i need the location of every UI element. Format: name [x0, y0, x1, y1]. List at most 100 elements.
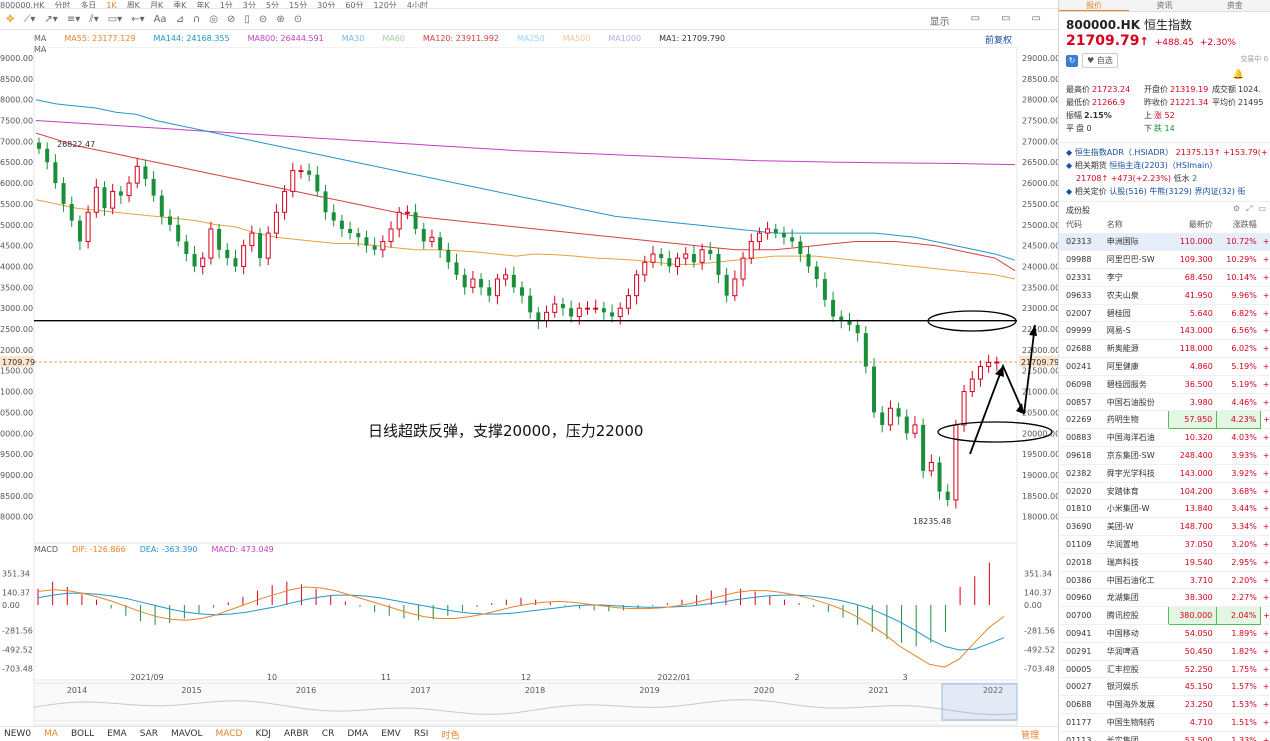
- layers-icon[interactable]: ▯: [244, 14, 250, 25]
- row-add-icon[interactable]: +: [1260, 624, 1270, 643]
- row-add-icon[interactable]: +: [1260, 695, 1270, 715]
- row-add-icon[interactable]: +: [1260, 713, 1270, 732]
- row-add-icon[interactable]: +: [1260, 517, 1270, 537]
- period-tab[interactable]: 多日: [80, 1, 96, 8]
- row-add-icon[interactable]: +: [1260, 375, 1270, 394]
- indicator-tab[interactable]: ARBR: [284, 729, 309, 739]
- col-name[interactable]: 名称: [1099, 217, 1169, 234]
- favorite-button[interactable]: ♥ 自选: [1082, 53, 1118, 68]
- row-add-icon[interactable]: +: [1260, 642, 1270, 661]
- row-add-icon[interactable]: +: [1260, 250, 1270, 270]
- hline-icon[interactable]: ≡▾: [67, 14, 80, 25]
- table-row[interactable]: 00241 阿里健康 4.860 5.19% +: [1059, 357, 1270, 376]
- share-icon[interactable]: ↻: [1066, 54, 1078, 67]
- row-add-icon[interactable]: +: [1260, 588, 1270, 608]
- fullscreen-icon[interactable]: ▭: [1001, 13, 1010, 28]
- table-row[interactable]: 00688 中国海外发展 23.250 1.53% +: [1059, 695, 1270, 715]
- ma-legend-item[interactable]: MA144: 24168.355: [153, 34, 229, 43]
- indicator-tab[interactable]: KDJ: [255, 729, 271, 739]
- tab-funds[interactable]: 资金: [1200, 0, 1270, 11]
- row-add-icon[interactable]: +: [1260, 304, 1270, 323]
- table-row[interactable]: 00857 中国石油股份 3.980 4.46% +: [1059, 393, 1270, 412]
- period-tab[interactable]: 分时: [54, 1, 70, 8]
- row-add-icon[interactable]: +: [1260, 446, 1270, 465]
- link-icon[interactable]: ⊝: [259, 14, 267, 25]
- col-price[interactable]: 最新价: [1168, 217, 1217, 234]
- draw-line-icon[interactable]: ⟋▾: [23, 14, 35, 25]
- ma-legend-item[interactable]: MA120: 23911.992: [423, 34, 499, 43]
- row-add-icon[interactable]: +: [1260, 499, 1270, 519]
- magnet-icon[interactable]: ∩: [193, 14, 200, 25]
- table-row[interactable]: 09633 农夫山泉 41.950 9.96% +: [1059, 286, 1270, 305]
- table-row[interactable]: 03690 美团-W 148.700 3.34% +: [1059, 517, 1270, 537]
- period-tab[interactable]: 4小时: [407, 1, 428, 8]
- futures-name[interactable]: 恒指主连(2203)（HSImain）: [1109, 161, 1217, 170]
- plate-warrants[interactable]: 认股(516): [1109, 187, 1147, 196]
- rect-icon[interactable]: ▭▾: [108, 14, 122, 25]
- period-tab[interactable]: 周K: [127, 1, 140, 8]
- table-row[interactable]: 01109 华润置地 37.050 3.20% +: [1059, 535, 1270, 554]
- ma-legend-item[interactable]: MA: [34, 34, 46, 43]
- table-row[interactable]: 02382 舜宇光学科技 143.000 3.92% +: [1059, 464, 1270, 483]
- table-row[interactable]: 00027 银河娱乐 45.150 1.57% +: [1059, 677, 1270, 697]
- window-icon[interactable]: ▭: [1032, 13, 1041, 28]
- indicator-tab[interactable]: RSI: [414, 729, 429, 739]
- period-tab[interactable]: 3分: [243, 1, 256, 8]
- row-add-icon[interactable]: +: [1260, 464, 1270, 483]
- plate-inline[interactable]: 界内证(32): [1194, 187, 1234, 196]
- row-add-icon[interactable]: +: [1260, 660, 1270, 679]
- table-row[interactable]: 02269 药明生物 57.950 4.23% +: [1059, 410, 1270, 430]
- period-tab[interactable]: 120分: [374, 1, 397, 8]
- table-row[interactable]: 01810 小米集团-W 13.840 3.44% +: [1059, 499, 1270, 519]
- col-pct[interactable]: 涨跌幅: [1216, 217, 1261, 234]
- ma-legend-item[interactable]: MA60: [382, 34, 405, 43]
- indicator-tab[interactable]: BOLL: [71, 729, 94, 739]
- period-tab[interactable]: 年K: [196, 1, 209, 8]
- indicator-tab[interactable]: 时色: [441, 728, 459, 741]
- table-row[interactable]: 06098 碧桂园服务 36.500 5.19% +: [1059, 375, 1270, 394]
- kline-chart[interactable]: 9000.00 29000.008500.00 28500.008000.00 280…: [0, 47, 1058, 726]
- table-row[interactable]: 00291 华润啤酒 50.450 1.82% +: [1059, 642, 1270, 661]
- tab-news[interactable]: 资讯: [1129, 0, 1199, 11]
- table-row[interactable]: 09988 阿里巴巴-SW 109.300 10.29% +: [1059, 250, 1270, 270]
- period-tab[interactable]: 800000.HK: [0, 1, 44, 8]
- period-tab[interactable]: 5分: [266, 1, 279, 8]
- indicator-tab[interactable]: SAR: [140, 729, 158, 739]
- table-row[interactable]: 02688 新奥能源 118.000 6.02% +: [1059, 339, 1270, 359]
- table-row[interactable]: 02018 瑞声科技 19.540 2.95% +: [1059, 553, 1270, 572]
- indicator-tab[interactable]: MA: [44, 729, 58, 739]
- table-row[interactable]: 00386 中国石油化工 3.710 2.20% +: [1059, 571, 1270, 590]
- table-row[interactable]: 02020 安踏体育 104.200 3.68% +: [1059, 482, 1270, 501]
- period-tab[interactable]: 30分: [317, 1, 335, 8]
- ray-icon[interactable]: ↗▾: [44, 14, 57, 25]
- crosshair-icon[interactable]: ✥: [6, 14, 14, 25]
- table-row[interactable]: 00005 汇丰控股 52.250 1.75% +: [1059, 660, 1270, 679]
- table-row[interactable]: 02313 申洲国际 110.000 10.72% +: [1059, 233, 1270, 252]
- indicator-tab[interactable]: MACD: [215, 729, 242, 739]
- expand-icon[interactable]: ⤢: [1246, 204, 1252, 214]
- row-add-icon[interactable]: +: [1260, 357, 1270, 376]
- sync-icon[interactable]: ⊛: [276, 14, 284, 25]
- tab-quote[interactable]: 报价: [1059, 0, 1130, 11]
- col-code[interactable]: 代码: [1059, 217, 1100, 234]
- row-add-icon[interactable]: +: [1260, 677, 1270, 697]
- table-row[interactable]: 02331 李宁 68.450 10.14% +: [1059, 268, 1270, 287]
- ma-legend-item[interactable]: MA800: 26444.591: [248, 34, 324, 43]
- adr-label[interactable]: 恒生指数ADR（.HSIADR）: [1075, 148, 1173, 157]
- table-row[interactable]: 02007 碧桂园 5.640 6.82% +: [1059, 304, 1270, 323]
- row-add-icon[interactable]: +: [1260, 321, 1270, 341]
- table-row[interactable]: 00883 中国海洋石油 10.320 4.03% +: [1059, 428, 1270, 448]
- measure-icon[interactable]: ⊿: [176, 14, 184, 25]
- plate-more[interactable]: 街: [1237, 187, 1245, 196]
- ma-legend-item[interactable]: MA250: [517, 34, 545, 43]
- bell-icon[interactable]: 🔔: [1233, 70, 1244, 80]
- table-row[interactable]: 00700 腾讯控股 380.000 2.04% +: [1059, 606, 1270, 626]
- camera-icon[interactable]: ⊙: [294, 14, 302, 25]
- row-add-icon[interactable]: +: [1260, 606, 1270, 626]
- row-add-icon[interactable]: +: [1260, 393, 1270, 412]
- table-row[interactable]: 09618 京东集团-SW 248.400 3.93% +: [1059, 446, 1270, 465]
- collapse-icon[interactable]: ▭: [1258, 204, 1266, 214]
- row-add-icon[interactable]: +: [1260, 535, 1270, 554]
- indicator-tab[interactable]: DMA: [347, 729, 368, 739]
- indicator-tab[interactable]: EMA: [107, 729, 127, 739]
